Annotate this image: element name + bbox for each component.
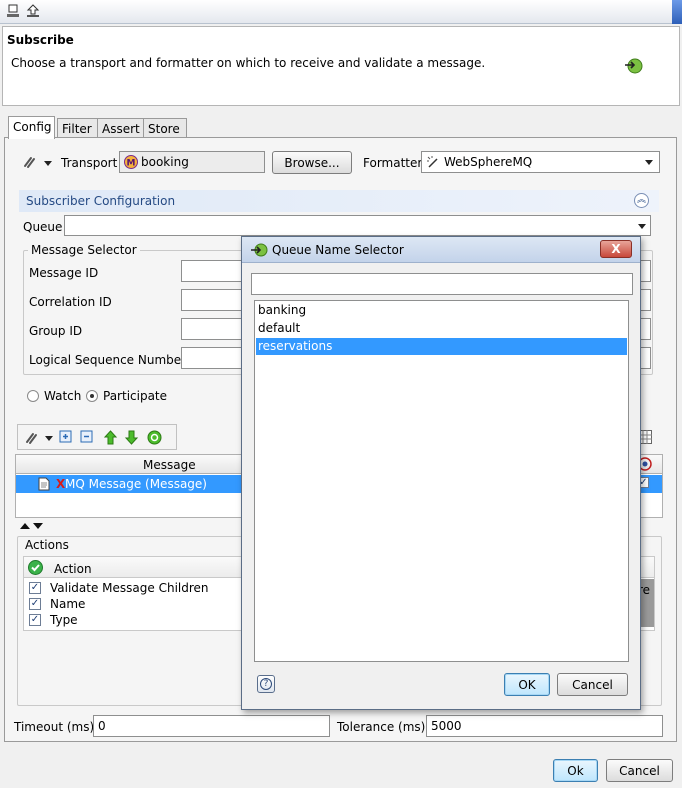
tab-assert[interactable]: Assert [97,118,146,138]
chevron-down-icon [645,160,653,165]
export-icon[interactable] [26,4,40,18]
action-checkbox[interactable]: ✓ [29,598,41,610]
move-down-icon[interactable] [124,430,139,445]
refresh-icon[interactable] [147,430,162,445]
chevron-down-icon[interactable] [45,436,53,441]
actions-legend: Actions [22,538,72,552]
subscribe-arrow-icon [251,243,268,257]
message-type-marker: X [56,477,66,491]
action-label: Validate Message Children [50,581,209,595]
svg-text:M: M [127,159,136,169]
ok-button[interactable]: Ok [553,759,598,782]
dialog-cancel-button[interactable]: Cancel [557,673,628,696]
list-item[interactable]: default [256,320,627,337]
group-id-label: Group ID [29,324,83,338]
tab-config[interactable]: Config [8,116,55,139]
subscribe-arrow-icon [625,58,643,74]
message-id-label: Message ID [29,266,99,280]
participate-label: Participate [103,389,168,403]
action-label: Type [50,613,78,627]
timeout-field[interactable]: 0 [93,715,330,737]
message-toolbar [17,424,177,450]
page-description: Choose a transport and formatter on whic… [11,56,486,70]
check-circle-icon [28,560,43,575]
titlebar-accent [672,0,682,24]
expand-collapse-icon[interactable] [19,521,45,530]
action-checkbox[interactable]: ✓ [29,614,41,626]
list-item[interactable]: reservations [256,338,627,355]
message-column-header[interactable]: Message [143,458,196,472]
action-column-header[interactable]: Action [54,562,92,576]
queue-name-selector-dialog: Queue Name Selector X banking default re… [241,236,641,710]
correlation-id-label: Correlation ID [29,295,112,309]
dialog-title: Queue Name Selector [272,243,404,257]
watch-radio[interactable] [27,390,39,402]
logical-sequence-number-label: Logical Sequence Number [29,353,187,367]
subscriber-config-header: Subscriber Configuration ︽ [19,190,659,212]
queue-select[interactable] [64,215,651,236]
pin-icon[interactable] [6,4,20,18]
list-item[interactable]: banking [256,302,627,319]
message-selector-legend: Message Selector [28,243,140,257]
close-icon[interactable]: X [600,240,632,258]
tab-filter[interactable]: Filter [57,118,99,138]
add-node-icon[interactable] [59,430,74,445]
remove-node-icon[interactable] [80,430,95,445]
message-row-label: MQ Message (Message) [65,477,207,491]
queue-filter-input[interactable] [251,273,633,295]
chevron-down-icon[interactable] [44,161,52,166]
wand-icon [427,156,438,168]
section-title: Subscriber Configuration [26,194,176,208]
collapse-icon[interactable]: ︽ [634,193,649,208]
page-title: Subscribe [7,33,74,47]
watch-label: Watch [44,389,82,403]
queue-list: banking default reservations [254,300,629,662]
formatter-label: Formatter [363,156,423,170]
dialog-ok-button[interactable]: OK [504,673,550,696]
link-icon[interactable] [22,155,38,169]
tab-store[interactable]: Store [143,118,187,138]
cancel-button[interactable]: Cancel [606,759,673,782]
mq-transport-icon: M [124,155,138,169]
help-icon[interactable]: ? [257,675,275,693]
queue-label: Queue [23,220,63,234]
tolerance-field[interactable]: 5000 [426,715,663,737]
window-titlebar [0,0,682,24]
browse-button[interactable]: Browse... [272,151,352,174]
chevron-down-icon [638,224,646,229]
document-icon [38,477,50,491]
transport-field[interactable]: M booking [119,151,265,173]
move-up-icon[interactable] [103,430,118,445]
link-icon[interactable] [24,430,39,445]
timeout-label: Timeout (ms) [14,720,95,734]
transport-label: Transport [61,156,118,170]
header-panel: Subscribe Choose a transport and formatt… [2,26,680,106]
action-label: Name [50,597,86,611]
participate-radio[interactable] [86,390,98,402]
tolerance-label: Tolerance (ms) [337,720,426,734]
action-checkbox[interactable]: ✓ [29,582,41,594]
dialog-titlebar: Queue Name Selector X [242,237,640,263]
formatter-select[interactable]: WebSphereMQ [421,151,660,173]
